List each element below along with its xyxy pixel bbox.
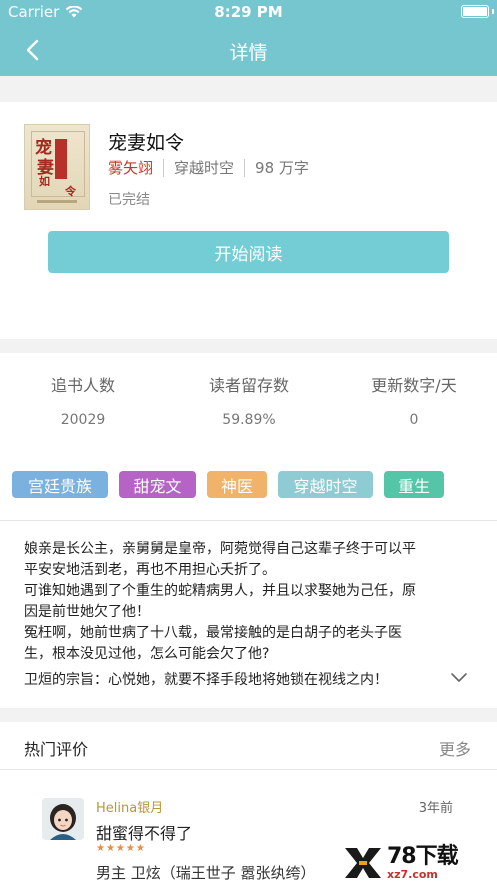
navigation-bar: Carrier 8:29 PM 详情 bbox=[0, 0, 497, 76]
watermark-sub: xz7.com bbox=[387, 867, 438, 881]
book-meta: 雾矢翊 穿越时空 98 万字 bbox=[108, 157, 309, 178]
stat-label: 追书人数 bbox=[50, 376, 115, 395]
description-line: 因是前世她欠了他！ bbox=[24, 604, 150, 620]
cover-title-char-4: 令 bbox=[65, 185, 76, 198]
stat-value: 20029 bbox=[60, 412, 106, 428]
stat-value: 59.89% bbox=[222, 412, 276, 428]
book-status: 已完结 bbox=[108, 192, 150, 208]
cover-band bbox=[55, 139, 67, 179]
book-title: 宠妻如令 bbox=[108, 132, 185, 154]
site-watermark: 78下载 xz7.com bbox=[343, 843, 497, 883]
battery-icon bbox=[461, 5, 489, 18]
reviews-more-link[interactable]: 更多 bbox=[439, 736, 471, 760]
stat-value: 0 bbox=[409, 412, 419, 428]
tag-chip[interactable]: 神医 bbox=[207, 471, 267, 498]
book-author[interactable]: 雾矢翊 bbox=[108, 157, 153, 178]
reviews-title: 热门评价 bbox=[24, 740, 89, 759]
tag-chip[interactable]: 重生 bbox=[384, 471, 444, 498]
meta-divider bbox=[244, 158, 246, 177]
watermark-main: 78下载 bbox=[387, 843, 459, 869]
battery-tip bbox=[492, 9, 494, 14]
stat-label: 读者留存数 bbox=[208, 376, 289, 395]
cover-title-char-3: 如 bbox=[39, 175, 50, 188]
tag-list: 宫廷贵族 甜宠文 神医 穿越时空 重生 bbox=[0, 451, 497, 521]
review-time: 3年前 bbox=[418, 801, 453, 816]
book-category[interactable]: 穿越时空 bbox=[174, 157, 234, 178]
stat-followers: 追书人数 20029 bbox=[0, 372, 166, 428]
description-line: 娘亲是长公主，亲舅舅是皇帝，阿菀觉得自己这辈子终于可以平 bbox=[24, 541, 416, 557]
tag-chip[interactable]: 甜宠文 bbox=[119, 471, 196, 498]
review-rating-stars: ★★★★★ bbox=[96, 843, 146, 854]
description-line: 生，根本没见过他，怎么可能会欠了他? bbox=[24, 646, 270, 662]
page-title: 详情 bbox=[229, 42, 268, 64]
status-time: 8:29 PM bbox=[214, 3, 283, 21]
stats-card: 追书人数 20029 读者留存数 59.89% 更新数字/天 0 bbox=[0, 353, 497, 451]
watermark-logo-icon bbox=[345, 848, 381, 878]
book-description: 娘亲是长公主，亲舅舅是皇帝，阿菀觉得自己这辈子终于可以平 平安安地活到老，再也不… bbox=[0, 521, 497, 708]
reviews-header: 热门评价 更多 bbox=[0, 722, 497, 770]
start-reading-button[interactable]: 开始阅读 bbox=[48, 231, 449, 273]
avatar[interactable] bbox=[42, 798, 84, 840]
chevron-down-icon[interactable] bbox=[449, 667, 469, 687]
review-extra-text: 男主 卫炫（瑞王世子 嚣张纨绔） bbox=[96, 864, 316, 882]
cover-footer bbox=[37, 200, 77, 203]
review-text: 甜蜜得不得了 bbox=[96, 824, 193, 843]
tag-chip[interactable]: 穿越时空 bbox=[278, 471, 373, 498]
stat-label: 更新数字/天 bbox=[371, 376, 457, 395]
book-info-card: 宠 妻 如 令 宠妻如令 雾矢翊 穿越时空 98 万字 已完结 开始阅读 bbox=[0, 102, 497, 339]
stat-updates: 更新数字/天 0 bbox=[331, 372, 497, 428]
meta-divider bbox=[163, 158, 165, 177]
description-line: 平安安地活到老，再也不用担心夭折了。 bbox=[24, 562, 276, 578]
book-cover[interactable]: 宠 妻 如 令 bbox=[24, 124, 90, 210]
tag-chip[interactable]: 宫廷贵族 bbox=[12, 471, 108, 498]
review-username[interactable]: Helina银月 bbox=[96, 797, 163, 816]
user-avatar-icon bbox=[42, 798, 84, 840]
description-line: 冤枉啊，她前世病了十八载，最常接触的是白胡子的老头子医 bbox=[24, 625, 402, 641]
stat-retention: 读者留存数 59.89% bbox=[166, 372, 332, 428]
description-line: 可谁知她遇到了个重生的蛇精病男人，并且以求娶她为己任，原 bbox=[24, 583, 416, 599]
book-word-count: 98 万字 bbox=[255, 159, 309, 177]
description-motto: 卫烜的宗旨：心悦她，就要不择手段地将她锁在视线之内！ bbox=[24, 672, 388, 688]
